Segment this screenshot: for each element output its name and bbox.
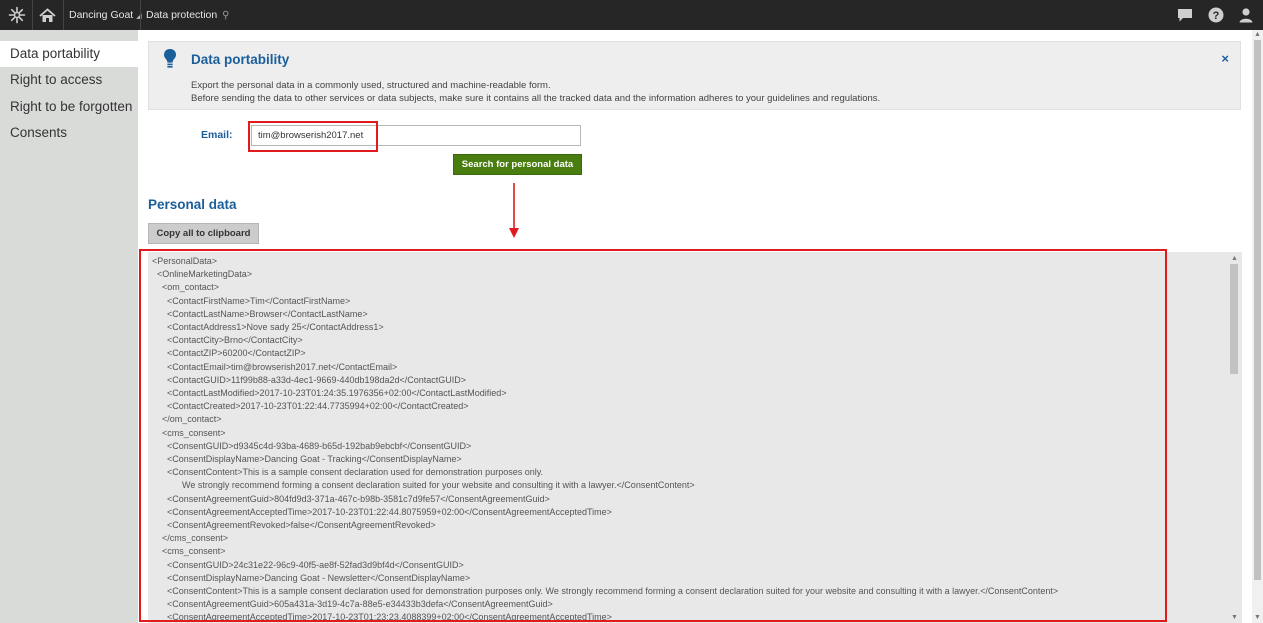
sidebar-item-label: Data portability [10, 46, 101, 61]
search-button[interactable]: Search for personal data [453, 154, 582, 175]
annotation-arrow [508, 183, 520, 244]
scroll-up-icon[interactable]: ▲ [1231, 255, 1238, 262]
sidebar-item-right-to-be-forgotten[interactable]: Right to be forgotten [0, 94, 138, 120]
sidebar-item-label: Right to be forgotten [10, 99, 133, 114]
top-bar: Dancing Goat ◢ Data protection ⚲ ? [0, 0, 1263, 30]
pin-icon[interactable]: ⚲ [222, 10, 229, 21]
sidebar-item-data-portability[interactable]: Data portability [0, 41, 138, 67]
kentico-logo-icon[interactable] [6, 0, 28, 30]
module-title: Data protection [146, 9, 218, 21]
copy-to-clipboard-button[interactable]: Copy all to clipboard [148, 223, 259, 244]
top-bar-divider [32, 0, 33, 30]
user-icon[interactable] [1233, 0, 1259, 30]
scrollbar-thumb[interactable] [1230, 264, 1238, 374]
textarea-scrollbar[interactable]: ▲ ▼ [1227, 252, 1241, 623]
site-selector[interactable]: Dancing Goat ◢ [69, 0, 142, 30]
highlight-box [139, 249, 1167, 622]
sidebar-item-right-to-access[interactable]: Right to access [0, 67, 138, 93]
top-bar-divider [63, 0, 64, 30]
scroll-down-icon[interactable]: ▼ [1254, 614, 1261, 621]
close-icon[interactable]: × [1221, 51, 1229, 66]
page-scrollbar[interactable]: ▲ ▼ [1252, 30, 1263, 623]
info-description: Before sending the data to other service… [191, 93, 881, 104]
home-icon[interactable] [34, 0, 60, 30]
sidebar: Data portability Right to access Right t… [0, 30, 138, 623]
sidebar-item-label: Consents [10, 125, 68, 140]
highlight-box [248, 121, 378, 152]
chat-icon[interactable] [1172, 0, 1198, 30]
help-icon[interactable]: ? [1203, 0, 1229, 30]
lightbulb-icon [163, 48, 177, 75]
svg-text:?: ? [1213, 10, 1220, 22]
section-title: Personal data [148, 197, 237, 212]
top-bar-divider [140, 0, 141, 30]
scroll-down-icon[interactable]: ▼ [1231, 614, 1238, 621]
email-label: Email: [201, 129, 233, 141]
scroll-up-icon[interactable]: ▲ [1254, 31, 1261, 38]
scrollbar-thumb[interactable] [1254, 40, 1261, 580]
info-description: Export the personal data in a commonly u… [191, 80, 551, 91]
info-title: Data portability [191, 52, 290, 67]
sidebar-item-consents[interactable]: Consents [0, 120, 138, 146]
site-name: Dancing Goat [69, 9, 134, 21]
info-panel: Data portability Export the personal dat… [148, 41, 1241, 110]
sidebar-item-label: Right to access [10, 72, 103, 87]
module-breadcrumb: Data protection ⚲ [146, 0, 229, 30]
